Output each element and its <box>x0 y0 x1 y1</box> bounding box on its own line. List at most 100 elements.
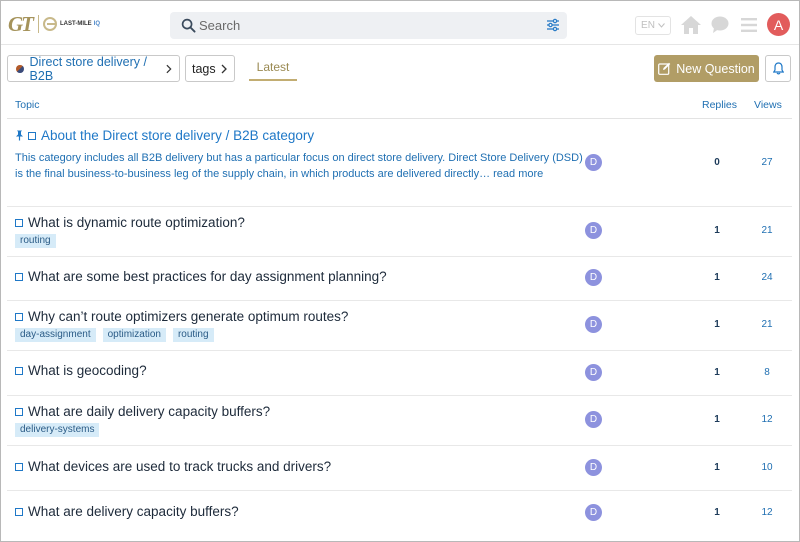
reply-count: 1 <box>714 462 720 473</box>
poster-avatar[interactable]: D <box>585 364 602 381</box>
unread-checkbox-icon <box>15 366 23 375</box>
topic-title: What is dynamic route optimization? <box>28 215 245 230</box>
topic-title-link[interactable]: What is dynamic route optimization? <box>15 215 245 230</box>
poster-avatar[interactable]: D <box>585 269 602 286</box>
topic-title-link[interactable]: About the Direct store delivery / B2B ca… <box>15 128 314 143</box>
sliders-icon[interactable] <box>546 18 560 32</box>
topic-row[interactable]: About the Direct store delivery / B2B ca… <box>7 119 792 207</box>
unread-checkbox-icon <box>15 507 23 516</box>
language-selector[interactable]: EN <box>635 16 671 35</box>
topic-title: What devices are used to track trucks an… <box>28 459 332 474</box>
unread-checkbox-icon <box>15 312 23 321</box>
pin-icon <box>16 130 23 141</box>
topic-row[interactable]: What is geocoding? D 1 8 <box>7 351 792 396</box>
poster-avatar[interactable]: D <box>585 459 602 476</box>
unread-checkbox-icon <box>15 462 23 471</box>
search-bar <box>170 12 567 39</box>
bell-icon <box>772 62 784 75</box>
home-icon[interactable] <box>679 14 703 36</box>
new-question-label: New Question <box>676 61 755 76</box>
reply-count: 1 <box>714 272 720 283</box>
reply-count: 1 <box>714 225 720 236</box>
reply-count: 1 <box>714 319 720 330</box>
unread-checkbox-icon <box>15 272 23 281</box>
column-header-views[interactable]: Views <box>754 99 782 111</box>
logo-iq: IQ <box>93 21 101 27</box>
reply-count: 1 <box>714 507 720 518</box>
chevron-right-icon <box>166 64 172 73</box>
unread-checkbox-icon <box>28 131 36 140</box>
topic-title-link[interactable]: What is geocoding? <box>15 363 147 378</box>
tag-optimization[interactable]: optimization <box>102 328 166 342</box>
category-badge-icon <box>16 64 24 73</box>
user-avatar[interactable]: A <box>767 13 790 36</box>
topic-row[interactable]: What are delivery capacity buffers? D 1 … <box>7 491 792 536</box>
topic-excerpt[interactable]: This category includes all B2B delivery … <box>15 150 585 182</box>
topic-row[interactable]: What is dynamic route optimization? rout… <box>7 207 792 257</box>
poster-avatar[interactable]: D <box>585 154 602 171</box>
tag-routing[interactable]: routing <box>15 234 56 248</box>
site-header: GT LAST-MILE IQ EN A <box>1 1 799 45</box>
new-question-button[interactable]: New Question <box>654 55 759 82</box>
view-count: 12 <box>761 414 773 425</box>
category-label: Direct store delivery / B2B <box>29 54 147 83</box>
tags-breadcrumb[interactable]: tags <box>185 55 235 82</box>
topic-row[interactable]: Why can’t route optimizers generate opti… <box>7 301 792 351</box>
logo-emblem-icon <box>43 17 57 31</box>
topic-title-link[interactable]: Why can’t route optimizers generate opti… <box>15 309 348 324</box>
reply-count: 1 <box>714 367 720 378</box>
topic-title-link[interactable]: What are some best practices for day ass… <box>15 269 387 284</box>
poster-avatar[interactable]: D <box>585 504 602 521</box>
view-count: 21 <box>761 225 773 236</box>
view-count: 24 <box>761 272 773 283</box>
topic-tags: routing <box>15 234 56 248</box>
topic-title: What are daily delivery capacity buffers… <box>28 404 271 419</box>
search-input[interactable] <box>199 12 529 39</box>
unread-checkbox-icon <box>15 407 23 416</box>
topic-title-link[interactable]: What are delivery capacity buffers? <box>15 504 239 519</box>
pencil-square-icon <box>658 62 671 75</box>
unread-checkbox-icon <box>15 218 23 227</box>
topic-tags: delivery-systems <box>15 423 100 437</box>
reply-count: 1 <box>714 414 720 425</box>
tab-latest[interactable]: Latest <box>249 60 297 81</box>
topic-title: Why can’t route optimizers generate opti… <box>28 309 349 324</box>
language-label: EN <box>641 20 655 31</box>
logo-divider <box>38 15 39 33</box>
chevron-down-icon <box>658 23 665 28</box>
tag-day-assignment[interactable]: day-assignment <box>15 328 96 342</box>
topic-title: What is geocoding? <box>28 363 147 378</box>
view-count: 12 <box>761 507 773 518</box>
topic-title: What are delivery capacity buffers? <box>28 504 239 519</box>
hamburger-icon[interactable] <box>741 18 757 32</box>
logo-gt-mark: GT <box>8 11 34 36</box>
site-logo[interactable]: GT LAST-MILE IQ <box>8 11 101 36</box>
chevron-right-icon <box>221 64 227 73</box>
tag-routing[interactable]: routing <box>172 328 214 342</box>
view-count: 27 <box>761 157 773 168</box>
topic-title-link[interactable]: What are daily delivery capacity buffers… <box>15 404 270 419</box>
search-icon[interactable] <box>181 18 196 33</box>
view-count: 21 <box>761 319 773 330</box>
view-count: 8 <box>764 367 770 378</box>
tag-delivery-systems[interactable]: delivery-systems <box>15 423 100 437</box>
logo-text: LAST-MILE <box>60 21 92 27</box>
topic-title: About the Direct store delivery / B2B ca… <box>41 128 315 143</box>
topic-row[interactable]: What devices are used to track trucks an… <box>7 446 792 491</box>
column-header-topic[interactable]: Topic <box>15 99 40 111</box>
poster-avatar[interactable]: D <box>585 222 602 239</box>
view-count: 10 <box>761 462 773 473</box>
tags-label: tags <box>192 61 216 76</box>
poster-avatar[interactable]: D <box>585 411 602 428</box>
category-breadcrumb[interactable]: Direct store delivery / B2B <box>7 54 180 83</box>
topic-title: What are some best practices for day ass… <box>28 269 387 284</box>
chat-bubble-icon[interactable] <box>711 16 729 33</box>
column-header-replies[interactable]: Replies <box>702 99 737 111</box>
notification-button[interactable] <box>765 55 791 82</box>
topic-title-link[interactable]: What devices are used to track trucks an… <box>15 459 331 474</box>
topic-tags: day-assignment optimization routing <box>15 328 214 342</box>
topic-row[interactable]: What are some best practices for day ass… <box>7 257 792 301</box>
reply-count: 0 <box>714 157 720 168</box>
topic-row[interactable]: What are daily delivery capacity buffers… <box>7 396 792 446</box>
poster-avatar[interactable]: D <box>585 316 602 333</box>
